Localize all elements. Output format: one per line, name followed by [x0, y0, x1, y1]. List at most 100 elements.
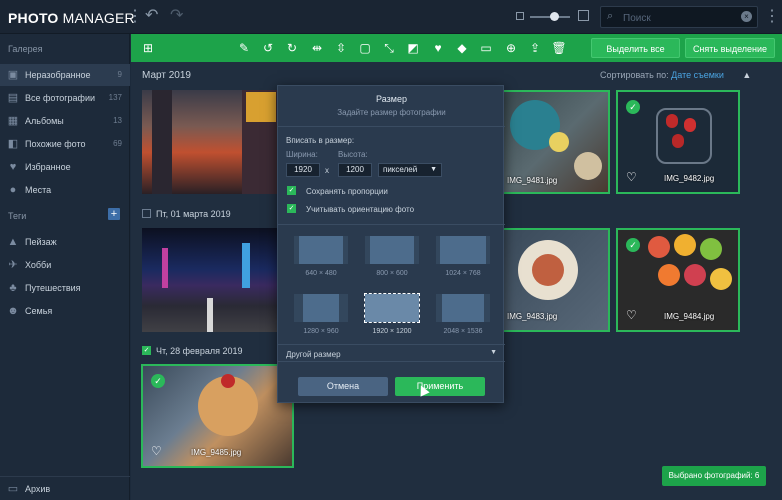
redo-icon[interactable]: ↷ [170, 8, 183, 24]
zoom-slider-handle[interactable] [550, 12, 559, 21]
sidebar-item-unsorted[interactable]: ▣ Неразобранное 9 [0, 64, 130, 86]
preset-1280x960[interactable] [294, 294, 348, 322]
month-header: Март 2019 [142, 70, 191, 81]
more-menu-icon[interactable]: ⋮ [764, 9, 780, 25]
heart-icon[interactable]: ♡ [626, 308, 637, 322]
file-name: IMG_9485.jpg [191, 448, 242, 457]
date-checkbox-checked[interactable]: ✓ [142, 346, 151, 355]
file-name: IMG_9481.jpg [507, 176, 558, 185]
file-name: IMG_9484.jpg [664, 312, 715, 321]
preset-2048x1536[interactable] [436, 294, 490, 322]
crop-icon[interactable]: ▢ [357, 40, 373, 56]
title-bar: PHOTO MANAGER ⋮ ↶ ↷ ⌕ × ⋮ [0, 0, 782, 34]
keep-ratio-label: Сохранять пропорции [306, 187, 388, 196]
heart-icon[interactable]: ♡ [151, 444, 162, 458]
deselect-button[interactable]: Снять выделение [685, 38, 775, 58]
preset-800x600[interactable] [365, 236, 419, 264]
sort-control[interactable]: Сортировать по: Дате съемки ▲ [600, 70, 751, 80]
preset-label: 1280 × 960 [303, 328, 339, 335]
selected-count-badge: Выбрано фотографий: 6 [662, 466, 766, 486]
sidebar-tag-landscape[interactable]: ▲ Пейзаж [0, 231, 130, 253]
add-photo-icon[interactable]: ⊞ [140, 40, 156, 56]
heart-icon: ♥ [9, 161, 17, 173]
other-size-expander[interactable]: Другой размер ▼ [278, 344, 505, 362]
photo-thumbnail-selected[interactable]: IMG_9483.jpg [502, 228, 610, 332]
inbox-icon: ▣ [7, 69, 19, 81]
rotate-left-icon[interactable]: ↺ [260, 40, 276, 56]
preset-label: 640 × 480 [305, 270, 337, 277]
dialog-subtitle: Задайте размер фотографии [337, 108, 446, 117]
select-all-button[interactable]: Выделить все [591, 38, 680, 58]
adjust-icon[interactable]: ◩ [405, 40, 421, 56]
tags-heading: Теги [8, 211, 27, 221]
flip-vertical-icon[interactable]: ⇳ [333, 40, 349, 56]
resize-icon[interactable]: ⤡ [381, 40, 397, 56]
selected-check-icon: ✓ [626, 100, 640, 114]
photo-thumbnail-selected[interactable]: ✓ ♡ IMG_9482.jpg [616, 90, 740, 194]
preset-1920x1200[interactable] [364, 293, 420, 323]
sidebar-tag-travel[interactable]: ♣ Путешествия [0, 277, 130, 299]
trash-icon[interactable]: 🗑 [551, 40, 567, 56]
photo-thumbnail[interactable] [142, 228, 278, 332]
undo-icon[interactable]: ↶ [145, 8, 158, 24]
search-input[interactable] [623, 10, 733, 26]
date-label: Пт, 01 марта 2019 [156, 209, 231, 219]
photo-thumbnail-selected[interactable]: IMG_9481.jpg [502, 90, 610, 194]
heart-icon[interactable]: ♡ [626, 170, 637, 184]
search-box: ⌕ × [600, 6, 758, 28]
album-icon: ▦ [7, 115, 19, 127]
tag-icon[interactable]: ◆ [454, 40, 470, 56]
unit-select[interactable]: пикселей ▼ [378, 163, 442, 177]
cancel-button[interactable]: Отмена [298, 377, 388, 396]
clear-search-icon[interactable]: × [741, 11, 752, 22]
photo-thumbnail[interactable] [142, 90, 278, 194]
chevron-down-icon: ▼ [490, 349, 497, 356]
resize-dialog: Размер Задайте размер фотографии Вписать… [277, 85, 505, 403]
magic-wand-icon[interactable]: ✎ [236, 40, 252, 56]
search-icon: ⌕ [607, 10, 614, 22]
large-thumb-icon[interactable] [578, 10, 589, 21]
sidebar-item-similar[interactable]: ◧ Похожие фото 69 [0, 133, 130, 155]
selected-check-icon: ✓ [151, 374, 165, 388]
photos-icon: ▤ [7, 92, 19, 104]
plane-icon: ✈ [8, 259, 18, 271]
album-add-icon[interactable]: ▭ [478, 40, 494, 56]
sidebar-tag-family[interactable]: ☻ Семья [0, 300, 130, 322]
width-input[interactable]: 1920 [286, 163, 320, 177]
photo-thumbnail-selected[interactable]: ✓ ♡ IMG_9484.jpg [616, 228, 740, 332]
sidebar-item-all-photos[interactable]: ▤ Все фотографии 137 [0, 87, 130, 109]
preset-1024x768[interactable] [436, 236, 490, 264]
file-name: IMG_9482.jpg [664, 174, 715, 183]
small-thumb-icon[interactable] [516, 12, 524, 20]
dialog-title: Размер [376, 94, 407, 104]
other-size-label: Другой размер [286, 350, 341, 359]
preset-640x480[interactable] [294, 236, 348, 264]
orientation-checkbox[interactable]: ✓ [287, 204, 296, 213]
export-icon[interactable]: ⊕ [503, 40, 519, 56]
sidebar-item-albums[interactable]: ▦ Альбомы 13 [0, 110, 130, 132]
date-checkbox[interactable] [142, 209, 151, 218]
keep-ratio-checkbox[interactable]: ✓ [287, 186, 296, 195]
preset-label: 1920 × 1200 [372, 328, 412, 335]
file-name: IMG_9483.jpg [507, 312, 558, 321]
sidebar-item-places[interactable]: ● Места [0, 179, 130, 201]
apply-button[interactable]: Применить [395, 377, 485, 396]
date-label: Чт, 28 февраля 2019 [156, 346, 243, 356]
photo-thumbnail-selected[interactable]: ✓ ♡ IMG_9485.jpg [141, 364, 294, 468]
favorite-icon[interactable]: ♥ [430, 40, 446, 56]
gallery-heading: Галерея [8, 44, 43, 54]
sidebar-item-archive[interactable]: ▭ Архив [0, 478, 130, 500]
times-sign: x [325, 166, 329, 175]
chevron-down-icon: ▼ [430, 166, 437, 173]
travel-icon: ♣ [9, 282, 17, 294]
preset-label: 1024 × 768 [445, 270, 481, 277]
add-tag-button[interactable]: + [108, 208, 120, 220]
flip-horizontal-icon[interactable]: ⇹ [309, 40, 325, 56]
rotate-right-icon[interactable]: ↻ [284, 40, 300, 56]
share-icon[interactable]: ⇪ [527, 40, 543, 56]
fit-label: Вписать в размер: [286, 136, 355, 145]
height-input[interactable]: 1200 [338, 163, 372, 177]
sidebar-item-favorites[interactable]: ♥ Избранное [0, 156, 130, 178]
menu-icon[interactable]: ⋮ [127, 9, 143, 25]
sidebar-tag-hobby[interactable]: ✈ Хобби [0, 254, 130, 276]
